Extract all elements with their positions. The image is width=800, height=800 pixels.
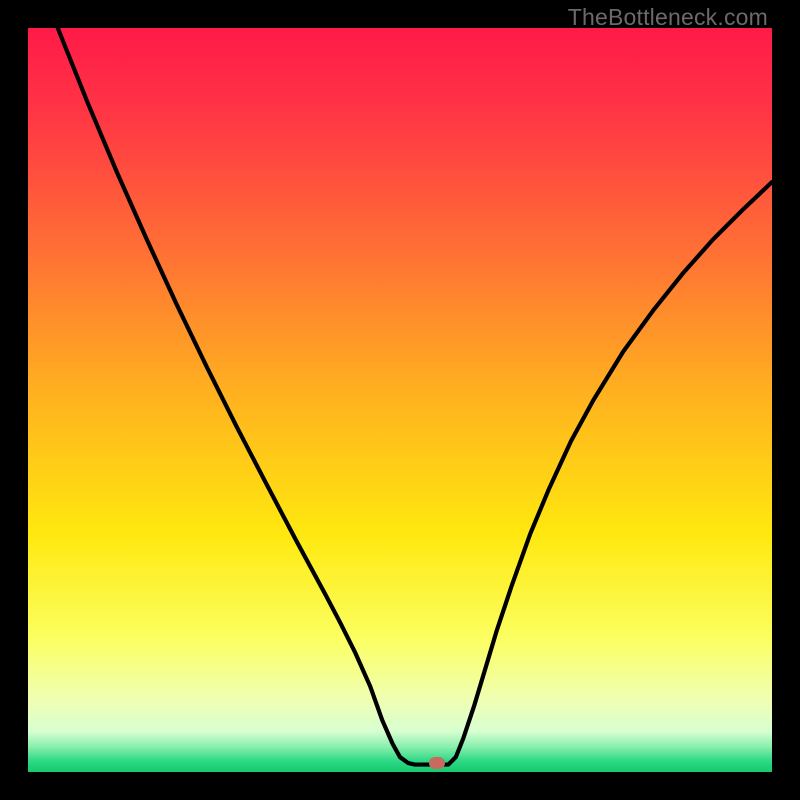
current-position-marker: [429, 757, 445, 769]
watermark-text: TheBottleneck.com: [568, 4, 768, 31]
gradient-bg: [28, 28, 772, 772]
bottleneck-chart: [28, 28, 772, 772]
chart-frame: [28, 28, 772, 772]
